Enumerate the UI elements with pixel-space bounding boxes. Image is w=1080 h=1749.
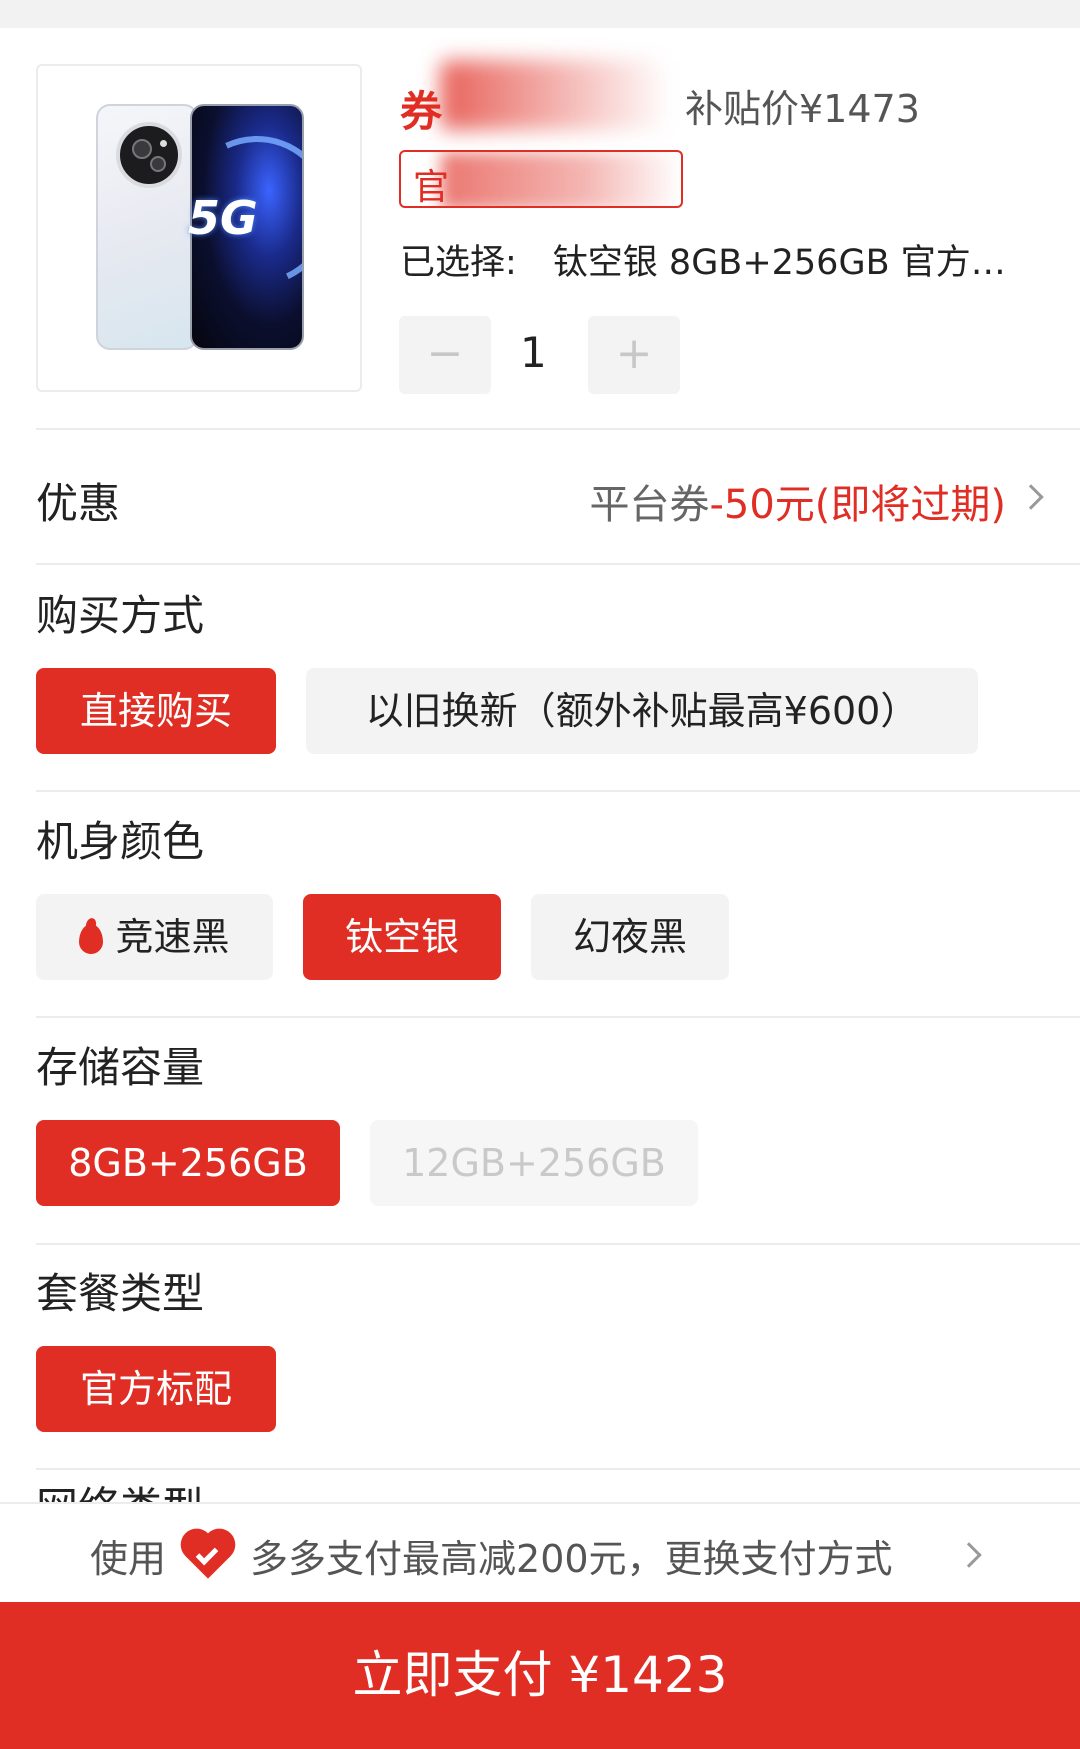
color-option-label: 竞速黑	[115, 915, 230, 959]
network-title: 网络类型	[36, 1484, 204, 1502]
discount-row[interactable]: 平台券-50元(即将过期)	[589, 472, 1006, 530]
quantity-value[interactable]: 1	[520, 328, 547, 377]
heart-check-icon	[182, 1533, 234, 1582]
storage-title: 存储容量	[36, 1043, 205, 1092]
payment-hint-prefix: 使用	[90, 1537, 167, 1581]
phone-back-image	[96, 104, 198, 350]
color-option-racing-black[interactable]: 竞速黑	[36, 894, 273, 980]
product-image[interactable]: 5G	[36, 64, 362, 392]
storage-option-12-256: 12GB+256GB	[370, 1120, 698, 1206]
top-strip	[0, 0, 1080, 28]
payment-method-bar[interactable]: 使用 多多支付最高减200元，更换支付方式	[0, 1502, 1080, 1602]
storage-option-8-256[interactable]: 8GB+256GB	[36, 1120, 340, 1206]
payment-hint-text: 多多支付最高减200元，更换支付方式	[250, 1537, 893, 1581]
flame-icon	[79, 924, 104, 954]
selected-value: 钛空银 8GB+256GB 官方标配	[552, 243, 1040, 283]
discount-amount: -50元(即将过期)	[709, 482, 1006, 528]
pay-now-button[interactable]: 立即支付 ¥1423	[0, 1602, 1080, 1749]
divider	[36, 1468, 1080, 1470]
divider	[36, 790, 1080, 792]
5g-badge: 5G	[188, 191, 258, 245]
discount-type: 平台券	[589, 482, 710, 528]
color-option-night-black[interactable]: 幻夜黑	[531, 894, 729, 980]
quantity-decrease-button[interactable]: −	[399, 316, 491, 394]
chevron-right-icon[interactable]	[956, 1542, 982, 1568]
divider	[36, 1243, 1080, 1245]
option-trade-in[interactable]: 以旧换新（额外补贴最高¥600）	[306, 668, 978, 754]
quantity-increase-button[interactable]: +	[588, 316, 680, 394]
discount-label: 优惠	[36, 479, 121, 528]
subsidy-price: 补贴价¥1473	[685, 87, 920, 131]
redacted-price	[440, 60, 670, 130]
redacted-tag	[441, 152, 681, 206]
divider	[36, 563, 1080, 565]
package-option-standard[interactable]: 官方标配	[36, 1346, 276, 1432]
payment-hint: 使用 多多支付最高减200元，更换支付方式	[90, 1528, 893, 1583]
chevron-right-icon[interactable]	[1018, 484, 1044, 510]
selected-label: 已选择:	[400, 243, 517, 283]
divider	[36, 1016, 1080, 1018]
official-tag: 官	[399, 150, 683, 208]
selected-spec: 已选择: 钛空银 8GB+256GB 官方标配	[400, 234, 1040, 285]
color-title: 机身颜色	[36, 817, 205, 866]
option-direct-buy[interactable]: 直接购买	[36, 668, 276, 754]
purchase-method-title: 购买方式	[36, 591, 205, 640]
package-title: 套餐类型	[36, 1269, 205, 1318]
coupon-price-label: 券	[400, 87, 443, 136]
divider	[36, 428, 1080, 430]
camera-module	[116, 122, 182, 188]
color-option-titanium-silver[interactable]: 钛空银	[303, 894, 501, 980]
